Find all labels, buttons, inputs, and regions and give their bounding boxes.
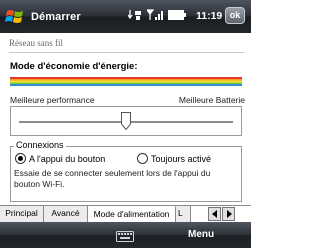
signal-icon[interactable] [147,9,163,21]
connection-hint: Essaie de se connecter seulement lors de… [14,168,211,189]
energy-gradient-bar [10,77,242,86]
tab-partial[interactable]: L [176,206,191,222]
status-icons [128,9,186,21]
arrow-left-icon [211,210,217,218]
radio-always-on[interactable]: Toujours activé [137,153,211,164]
slider-thumb[interactable] [121,112,131,130]
radio-dot[interactable] [137,153,148,164]
radio-label: Toujours activé [151,153,212,164]
tab-avance[interactable]: Avancé [44,206,88,222]
connectivity-icon[interactable] [128,9,142,21]
battery-icon[interactable] [168,10,186,20]
softkey-bar: Menu [0,222,251,248]
tab-strip: Principal Avancé Mode d'alimentation L [0,205,251,222]
power-mode-label: Mode d'économie d'énergie: [10,61,138,72]
title-bar: Démarrer 11:19 ok [0,0,251,33]
power-mode-slider[interactable] [10,106,242,136]
best-performance-label: Meilleure performance [10,95,95,105]
tab-scroll-right-button[interactable] [222,207,235,221]
radio-dot-selected[interactable] [15,153,26,164]
heading-divider [9,52,244,53]
connections-legend: Connexions [14,140,66,150]
page-title: Réseau sans fil [9,38,63,48]
windows-start-icon[interactable] [5,7,25,27]
tab-principal[interactable]: Principal [0,206,44,222]
keyboard-icon[interactable] [116,229,134,247]
ok-button[interactable]: ok [225,7,245,24]
tab-scroll-left-button[interactable] [208,207,221,221]
tab-power-mode[interactable]: Mode d'alimentation [88,206,176,222]
best-battery-label: Meilleure Batterie [178,95,245,105]
radio-on-button-press[interactable]: A l'appui du bouton [15,153,105,164]
menu-softkey[interactable]: Menu [188,229,214,240]
clock[interactable]: 11:19 [196,10,222,22]
radio-label: A l'appui du bouton [29,153,106,164]
window-title[interactable]: Démarrer [31,11,81,23]
arrow-right-icon [226,210,232,218]
